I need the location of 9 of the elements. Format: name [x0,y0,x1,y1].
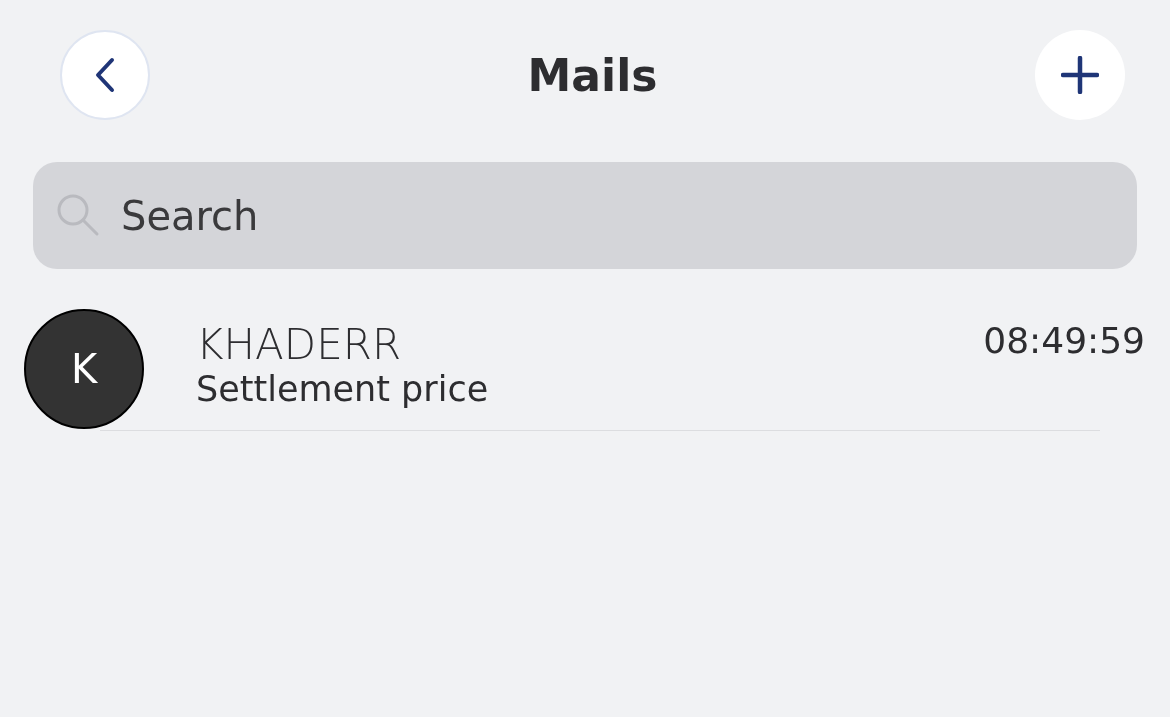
mail-time: 08:49:59 [983,319,1145,361]
mail-item[interactable]: K KHADERR 08:49:59 Settlement price [0,309,1170,429]
back-icon [94,57,116,93]
search-field[interactable]: Search [33,162,1137,269]
mail-subject: Settlement price [196,368,490,409]
avatar: K [24,309,144,429]
mail-sender: KHADERR [196,319,402,369]
page-title: Mails [527,49,658,101]
plus-icon [1061,56,1099,94]
